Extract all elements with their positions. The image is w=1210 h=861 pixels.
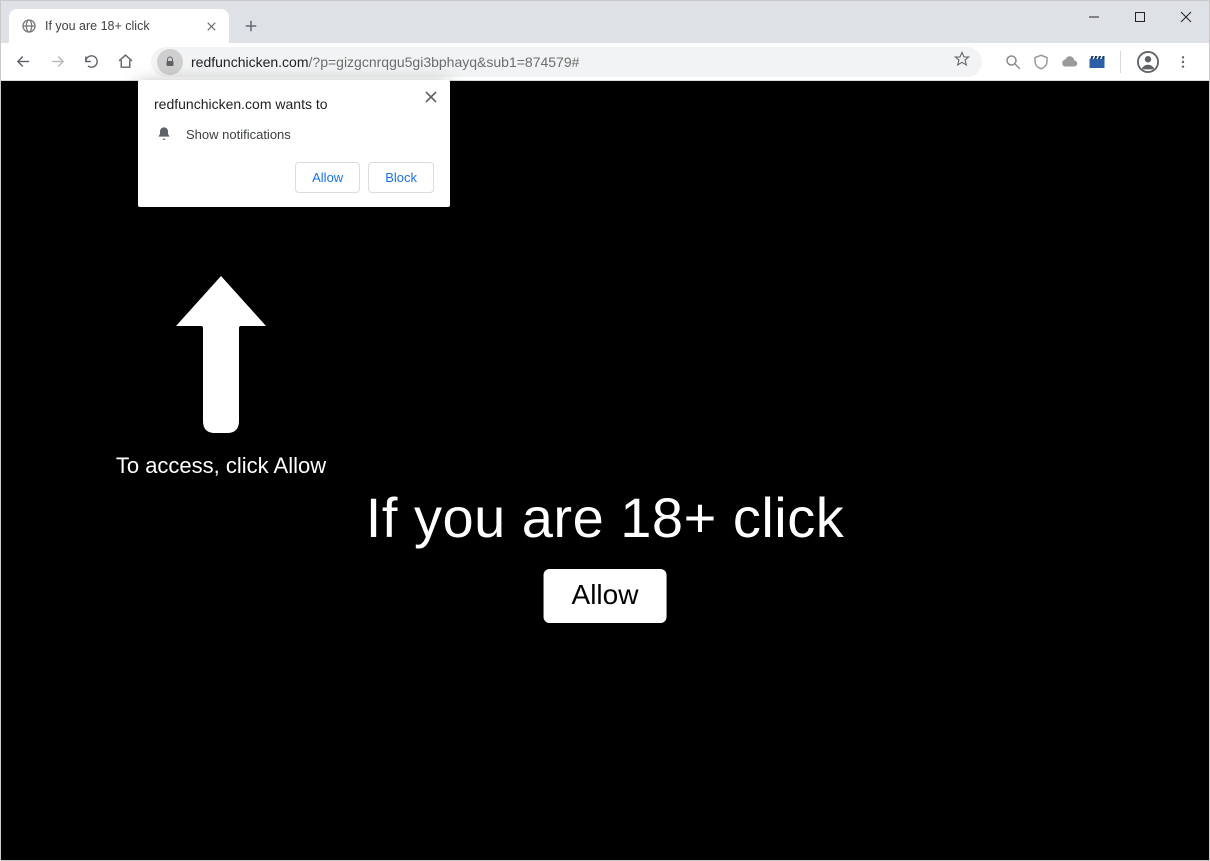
home-icon <box>117 53 134 70</box>
toolbar: redfunchicken.com/?p=gizgcnrqgu5gi3bphay… <box>1 43 1209 81</box>
close-icon <box>425 91 437 103</box>
window-minimize-button[interactable] <box>1071 1 1117 33</box>
browser-menu-button[interactable] <box>1171 50 1195 74</box>
lock-icon <box>164 56 176 68</box>
star-icon <box>954 51 970 67</box>
nav-back-button[interactable] <box>9 48 37 76</box>
new-tab-button[interactable] <box>237 12 265 40</box>
extension-cloud-icon[interactable] <box>1060 53 1078 71</box>
url-domain: redfunchicken.com <box>191 54 309 70</box>
site-info-button[interactable] <box>157 49 183 75</box>
access-text: To access, click Allow <box>111 453 331 479</box>
prompt-capability-text: Show notifications <box>186 127 291 142</box>
maximize-icon <box>1134 11 1146 23</box>
prompt-block-button[interactable]: Block <box>368 162 434 193</box>
notification-permission-prompt: redfunchicken.com wants to Show notifica… <box>138 80 450 207</box>
bookmark-button[interactable] <box>954 51 970 72</box>
extension-shield-icon[interactable] <box>1032 53 1050 71</box>
url-text: redfunchicken.com/?p=gizgcnrqgu5gi3bphay… <box>191 54 579 70</box>
arrow-right-icon <box>49 53 66 70</box>
prompt-title: redfunchicken.com wants to <box>154 96 434 112</box>
avatar-icon <box>1137 51 1159 73</box>
close-icon <box>207 22 216 31</box>
arrow-callout: To access, click Allow <box>111 271 331 479</box>
arrow-up-icon <box>171 271 271 441</box>
prompt-allow-button[interactable]: Allow <box>295 162 360 193</box>
reload-icon <box>83 53 100 70</box>
titlebar: If you are 18+ click <box>1 1 1209 43</box>
plus-icon <box>244 19 258 33</box>
arrow-left-icon <box>15 53 32 70</box>
nav-forward-button[interactable] <box>43 48 71 76</box>
url-path: /?p=gizgcnrqgu5gi3bphayq&sub1=874579# <box>309 54 580 70</box>
kebab-icon <box>1175 54 1191 70</box>
window-controls <box>1071 1 1209 33</box>
extension-clapper-icon[interactable] <box>1088 53 1106 71</box>
page-allow-button[interactable]: Allow <box>544 569 667 623</box>
window-close-button[interactable] <box>1163 1 1209 33</box>
extensions-separator <box>1120 51 1121 73</box>
reload-button[interactable] <box>77 48 105 76</box>
extension-zoom-icon[interactable] <box>1004 53 1022 71</box>
tab-close-button[interactable] <box>203 18 219 34</box>
profile-button[interactable] <box>1135 49 1161 75</box>
browser-window: If you are 18+ click <box>0 0 1210 861</box>
browser-tab[interactable]: If you are 18+ click <box>9 9 229 43</box>
page-headline: If you are 18+ click <box>1 485 1209 550</box>
prompt-actions: Allow Block <box>154 162 434 193</box>
prompt-close-button[interactable] <box>422 88 440 106</box>
tab-title: If you are 18+ click <box>45 19 195 33</box>
tab-favicon-globe-icon <box>21 18 37 34</box>
close-icon <box>1180 11 1192 23</box>
prompt-capability-row: Show notifications <box>154 126 434 142</box>
home-button[interactable] <box>111 48 139 76</box>
bell-icon <box>156 126 172 142</box>
address-bar[interactable]: redfunchicken.com/?p=gizgcnrqgu5gi3bphay… <box>151 47 982 77</box>
minimize-icon <box>1088 11 1100 23</box>
extensions-group <box>994 49 1201 75</box>
window-maximize-button[interactable] <box>1117 1 1163 33</box>
